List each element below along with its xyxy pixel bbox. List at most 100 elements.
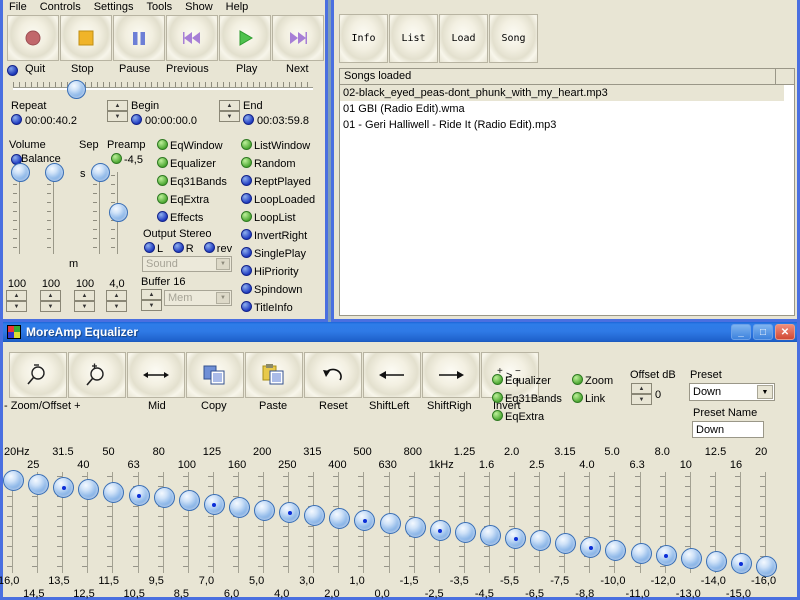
balance-stepper[interactable]: ▲▼	[40, 290, 61, 312]
zoom-out-button[interactable]	[9, 352, 67, 398]
shift-right-button[interactable]	[422, 352, 480, 398]
end-field[interactable]: 00:03:59.8	[243, 114, 309, 127]
seek-handle[interactable]	[67, 80, 86, 99]
check-titleinfo[interactable]: TitleInfo	[241, 301, 293, 314]
equalizer-title-bar[interactable]: MoreAmp Equalizer _ □ ✕	[3, 322, 797, 342]
preamp-slider-handle[interactable]	[109, 203, 128, 222]
check-eq31bands[interactable]: Eq31Bands	[157, 175, 227, 188]
preset-name-input[interactable]: Down	[692, 421, 764, 438]
balance-stepper-down[interactable]: ▼	[40, 301, 61, 312]
list-item[interactable]: 02-black_eyed_peas-dont_phunk_with_my_he…	[340, 85, 784, 101]
eq-check-eqextra[interactable]: EqExtra	[492, 410, 544, 423]
check-invertright[interactable]: InvertRight	[241, 229, 307, 242]
preamp-slider[interactable]	[109, 163, 126, 263]
menu-item-tools[interactable]: Tools	[146, 2, 172, 13]
menu-item-file[interactable]: File	[9, 2, 27, 13]
check-listwindow[interactable]: ListWindow	[241, 139, 310, 152]
info-button[interactable]: Info	[339, 14, 388, 63]
copy-button[interactable]	[186, 352, 244, 398]
volume-slider[interactable]	[11, 163, 28, 263]
eq-band-handle[interactable]	[304, 505, 325, 526]
eq-band-handle[interactable]	[605, 540, 626, 561]
eq-band-handle[interactable]	[706, 551, 727, 572]
eq-band-slider[interactable]	[555, 470, 574, 575]
eq-band-handle[interactable]	[580, 537, 601, 558]
sep-slider-handle[interactable]	[91, 163, 110, 182]
eq-band-slider[interactable]	[179, 470, 198, 575]
menu-item-controls[interactable]: Controls	[40, 2, 81, 13]
eq-check-equalizer[interactable]: Equalizer	[492, 374, 551, 387]
check-eqextra[interactable]: EqExtra	[157, 193, 209, 206]
output-r-radio[interactable]	[173, 242, 184, 253]
eq-band-slider[interactable]	[380, 470, 399, 575]
eq-band-handle[interactable]	[78, 479, 99, 500]
check-effects[interactable]: Effects	[157, 211, 203, 224]
check-eqwindow[interactable]: EqWindow	[157, 139, 223, 152]
load-button[interactable]: Load	[439, 14, 488, 63]
buffer-stepper-down[interactable]: ▼	[141, 300, 162, 311]
eq-band-slider[interactable]	[580, 470, 599, 575]
balance-stepper-up[interactable]: ▲	[40, 290, 61, 301]
preamp-stepper[interactable]: ▲▼	[106, 290, 127, 312]
eq-band-handle[interactable]	[455, 522, 476, 543]
eq-band-slider[interactable]	[254, 470, 273, 575]
check-looploaded[interactable]: LoopLoaded	[241, 193, 315, 206]
preamp-stepper-down[interactable]: ▼	[106, 301, 127, 312]
check-reptplayed[interactable]: ReptPlayed	[241, 175, 311, 188]
offset-stepper[interactable]: ▲▼	[631, 383, 652, 405]
eq-band-handle[interactable]	[179, 490, 200, 511]
mid-button[interactable]	[127, 352, 185, 398]
eq-band-handle[interactable]	[656, 545, 677, 566]
volume-slider-handle[interactable]	[11, 163, 30, 182]
eq-band-slider[interactable]	[455, 470, 474, 575]
eq-band-slider[interactable]	[681, 470, 700, 575]
eq-band-handle[interactable]	[681, 548, 702, 569]
output-rev-radio[interactable]	[204, 242, 215, 253]
eq-band-slider[interactable]	[530, 470, 549, 575]
eq-band-slider[interactable]	[329, 470, 348, 575]
list-item[interactable]: 01 - Geri Halliwell - Ride It (Radio Edi…	[340, 117, 794, 133]
eq-band-slider[interactable]	[129, 470, 148, 575]
eq-band-handle[interactable]	[3, 470, 24, 491]
eq-band-slider[interactable]	[154, 470, 173, 575]
eq-band-handle[interactable]	[405, 517, 426, 538]
zoom-in-button[interactable]	[68, 352, 126, 398]
eq-band-slider[interactable]	[103, 470, 122, 575]
chevron-down-icon-preset[interactable]: ▼	[757, 385, 773, 399]
eq-band-slider[interactable]	[430, 470, 449, 575]
previous-button[interactable]	[166, 15, 218, 61]
preamp-stepper-up[interactable]: ▲	[106, 290, 127, 301]
eq-band-slider[interactable]	[656, 470, 675, 575]
eq-band-handle[interactable]	[430, 520, 451, 541]
eq-band-handle[interactable]	[129, 485, 150, 506]
check-looplist[interactable]: LoopList	[241, 211, 296, 224]
eq-band-slider[interactable]	[304, 470, 323, 575]
offset-stepper-up[interactable]: ▲	[631, 383, 652, 394]
quit-button[interactable]	[7, 15, 59, 61]
eq-band-slider[interactable]	[229, 470, 248, 575]
eq-band-handle[interactable]	[329, 508, 350, 529]
eq-band-handle[interactable]	[555, 533, 576, 554]
eq-band-slider[interactable]	[279, 470, 298, 575]
songs-list[interactable]: Songs loaded 02-black_eyed_peas-dont_phu…	[339, 68, 795, 316]
begin-stepper-up[interactable]: ▲	[107, 100, 128, 111]
eq-band-slider[interactable]	[731, 470, 750, 575]
eq-band-handle[interactable]	[28, 474, 49, 495]
eq-check-eq31bands[interactable]: Eq31Bands	[492, 392, 562, 405]
sep-stepper[interactable]: ▲▼	[74, 290, 95, 312]
check-equalizer[interactable]: Equalizer	[157, 157, 216, 170]
eq-band-slider[interactable]	[706, 470, 725, 575]
menu-item-settings[interactable]: Settings	[94, 2, 134, 13]
preset-select[interactable]: Down ▼	[689, 383, 775, 401]
seek-bar[interactable]	[9, 80, 321, 97]
sep-stepper-up[interactable]: ▲	[74, 290, 95, 301]
eq-band-slider[interactable]	[354, 470, 373, 575]
begin-field[interactable]: 00:00:00.0	[131, 114, 197, 127]
eq-band-handle[interactable]	[53, 477, 74, 498]
eq-band-slider[interactable]	[78, 470, 97, 575]
eq-band-handle[interactable]	[229, 497, 250, 518]
eq-band-handle[interactable]	[505, 528, 526, 549]
menu-item-help[interactable]: Help	[226, 2, 249, 13]
eq-band-handle[interactable]	[154, 487, 175, 508]
column-header-songs-loaded[interactable]: Songs loaded	[340, 69, 776, 84]
